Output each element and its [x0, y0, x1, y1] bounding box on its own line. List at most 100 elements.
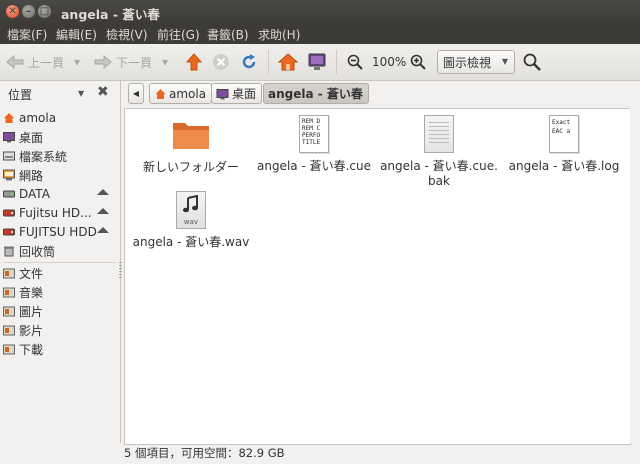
title-bar: ✕ – □ angela - 蒼い春 [0, 0, 640, 25]
computer-button[interactable] [307, 51, 327, 73]
back-arrow-icon [6, 55, 24, 69]
trash-icon [4, 246, 14, 257]
sidebar-divider [4, 262, 116, 263]
file-name: angela - 蒼い春.wav [132, 235, 250, 249]
audio-file-icon: wav [176, 191, 206, 229]
stop-button[interactable] [212, 51, 230, 73]
sidebar-item-label: DATA [19, 187, 50, 201]
chevron-left-icon: ◀ [132, 89, 140, 98]
breadcrumb-amola[interactable]: amola [149, 83, 213, 104]
breadcrumb-desktop[interactable]: 桌面 [211, 83, 263, 104]
minimize-icon: – [26, 6, 31, 17]
menu-edit[interactable]: 編輯(E) [56, 26, 97, 43]
zoom-level: 100% [372, 55, 407, 69]
breadcrumb-label: amola [169, 86, 207, 101]
sidebar-item-label: 網路 [19, 168, 44, 183]
sidebar-item-pictures[interactable]: 圖片 [3, 302, 43, 320]
forward-history-icon[interactable]: ▼ [162, 58, 168, 67]
file-item-cue[interactable]: REM D REM C PERFO TITLE angela - 蒼い春.cue [255, 115, 373, 174]
drive-icon [3, 209, 15, 217]
menu-bar: 檔案(F) 編輯(E) 檢視(V) 前往(G) 書籤(B) 求助(H) [0, 24, 640, 44]
computer-icon [308, 53, 326, 70]
reload-button[interactable] [240, 51, 258, 73]
home-button[interactable] [278, 51, 298, 73]
path-bar: ◀ amola 桌面 angela - 蒼い春 [121, 81, 640, 107]
window-minimize-button[interactable]: – [22, 5, 35, 18]
eject-icon[interactable] [97, 189, 109, 195]
file-name: angela - 蒼い春.cue [256, 159, 371, 173]
window-maximize-button[interactable]: □ [38, 5, 51, 18]
file-name-line1: angela - 蒼い春.cue. [380, 159, 498, 173]
sidebar-mode-dropdown-icon[interactable]: ▼ [78, 89, 84, 98]
scrollbar[interactable] [630, 108, 640, 443]
forward-button[interactable]: 下一頁 ▼ [94, 51, 168, 73]
sidebar-item-desktop[interactable]: 桌面 [3, 128, 43, 146]
network-icon [3, 169, 15, 181]
sidebar-item-videos[interactable]: 影片 [3, 321, 43, 339]
documents-folder-icon [3, 268, 15, 279]
up-arrow-icon [186, 53, 202, 71]
pictures-folder-icon [3, 306, 15, 317]
sidebar-item-amola[interactable]: amola [3, 109, 56, 127]
sidebar-item-data[interactable]: DATA [3, 185, 117, 203]
file-item-cue-bak[interactable]: angela - 蒼い春.cue. bak [380, 115, 498, 188]
sidebar-item-filesystem[interactable]: 檔案系統 [3, 147, 67, 165]
menu-bookmarks[interactable]: 書籤(B) [207, 26, 249, 43]
sidebar-item-trash[interactable]: 回收筒 [3, 242, 55, 260]
reload-icon [242, 54, 256, 69]
menu-help[interactable]: 求助(H) [258, 26, 300, 43]
eject-icon[interactable] [97, 208, 109, 214]
sidebar-item-documents[interactable]: 文件 [3, 264, 43, 282]
view-mode-select[interactable]: 圖示檢視 ▼ [437, 50, 515, 74]
sidebar-item-label: amola [19, 111, 57, 125]
sidebar-item-fujitsu-hdd[interactable]: FUJITSU HDD [3, 223, 117, 241]
sidebar-item-music[interactable]: 音樂 [3, 283, 43, 301]
breadcrumb-label: 桌面 [232, 87, 257, 101]
sidebar-close-icon[interactable]: ✖ [97, 84, 109, 100]
sidebar: 位置 ▼ ✖ amola 桌面 檔案系統 網路 DATA Fujitsu HD.… [0, 81, 121, 443]
document-icon [424, 115, 454, 153]
file-preview-line: PERFO [302, 132, 321, 139]
music-folder-icon [3, 287, 15, 298]
sidebar-item-downloads[interactable]: 下載 [3, 340, 43, 358]
eject-icon[interactable] [97, 227, 109, 233]
search-icon [523, 53, 541, 71]
zoom-out-button[interactable] [347, 51, 363, 73]
window-close-button[interactable]: ✕ [6, 5, 19, 18]
file-item-wav[interactable]: wav angela - 蒼い春.wav [132, 191, 250, 250]
menu-view[interactable]: 檢視(V) [106, 26, 148, 43]
menu-file[interactable]: 檔案(F) [7, 26, 47, 43]
desktop-icon [3, 132, 15, 143]
music-note-icon [183, 195, 198, 213]
file-name: 新しいフォルダー [142, 160, 239, 174]
file-item-folder[interactable]: 新しいフォルダー [132, 119, 250, 175]
folder-icon [173, 123, 209, 149]
menu-go[interactable]: 前往(G) [157, 26, 200, 43]
text-file-icon: REM D REM C PERFO TITLE [299, 115, 329, 153]
drive-icon [3, 228, 15, 236]
sidebar-item-fujitsu-hd[interactable]: Fujitsu HD... [3, 204, 117, 222]
sidebar-item-label: 音樂 [19, 285, 44, 300]
view-mode-value: 圖示檢視 [443, 56, 492, 70]
up-button[interactable] [186, 51, 202, 73]
videos-folder-icon [3, 325, 15, 336]
file-preview-line: Exact [552, 119, 571, 126]
toolbar-separator [336, 50, 337, 74]
breadcrumb-label: angela - 蒼い春 [268, 87, 363, 101]
zoom-in-button[interactable] [410, 51, 426, 73]
sidebar-item-label: 文件 [19, 266, 44, 281]
chevron-down-icon: ▼ [501, 57, 508, 66]
file-item-log[interactable]: Exact EAC a angela - 蒼い春.log [505, 115, 623, 174]
back-history-icon[interactable]: ▼ [74, 58, 80, 67]
home-icon [278, 53, 298, 71]
pane-resize-handle[interactable] [119, 262, 122, 280]
search-button[interactable] [523, 51, 541, 73]
breadcrumb-current[interactable]: angela - 蒼い春 [263, 83, 369, 104]
forward-arrow-icon [94, 55, 112, 69]
desktop-icon [216, 88, 229, 99]
maximize-icon: □ [39, 6, 50, 17]
back-button[interactable]: 上一頁 ▼ [6, 51, 80, 73]
sidebar-item-network[interactable]: 網路 [3, 166, 43, 184]
path-scroll-left-button[interactable]: ◀ [128, 83, 144, 104]
home-folder-icon [4, 113, 14, 123]
